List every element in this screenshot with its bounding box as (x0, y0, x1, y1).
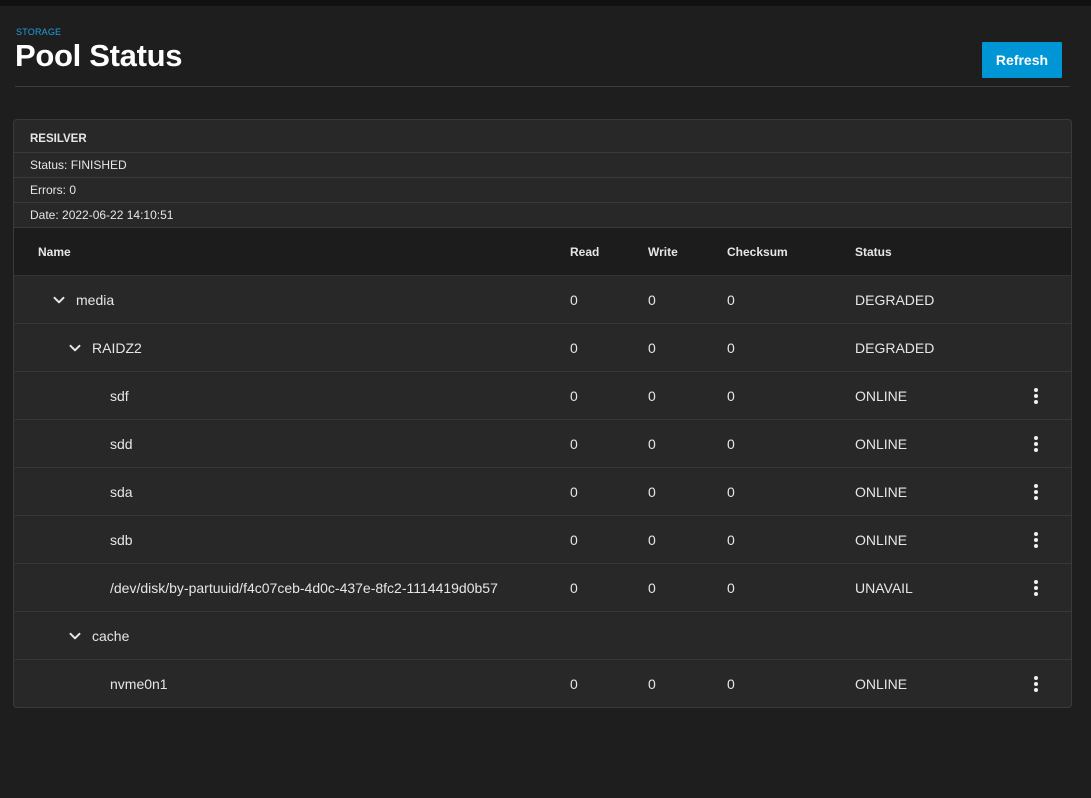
resilver-title: RESILVER (14, 120, 1071, 153)
status-value: ONLINE (855, 387, 908, 404)
checksum-count: 0 (727, 531, 735, 548)
read-count: 0 (570, 291, 578, 308)
table-body: media 0 0 0 DEGRADED RAIDZ2 0 0 0 DEGRADED sdf 0 0 0 O… (14, 276, 1071, 707)
write-count: 0 (648, 387, 656, 404)
more-vertical-icon[interactable] (1026, 482, 1046, 502)
read-count: 0 (570, 435, 578, 452)
status-value: ONLINE (855, 531, 908, 548)
checksum-count: 0 (727, 435, 735, 452)
column-header-status[interactable]: Status (855, 228, 892, 275)
refresh-button[interactable]: Refresh (982, 42, 1062, 78)
table-row[interactable]: media 0 0 0 DEGRADED (14, 276, 1071, 324)
name-cell: nvme0n1 (110, 660, 168, 707)
table-row[interactable]: RAIDZ2 0 0 0 DEGRADED (14, 324, 1071, 372)
resilver-errors: Errors: 0 (14, 178, 1071, 203)
read-count: 0 (570, 483, 578, 500)
status-value: DEGRADED (855, 339, 935, 356)
resilver-status: Status: FINISHED (14, 153, 1071, 178)
column-header-checksum[interactable]: Checksum (727, 228, 788, 275)
more-vertical-icon[interactable] (1026, 578, 1046, 598)
table-row[interactable]: sdf 0 0 0 ONLINE (14, 372, 1071, 420)
name-cell: sdf (110, 372, 129, 419)
table-header: Name Read Write Checksum Status (14, 228, 1071, 276)
read-count: 0 (570, 387, 578, 404)
name-cell: cache (66, 612, 129, 659)
checksum-count: 0 (727, 676, 735, 692)
checksum-count: 0 (727, 483, 735, 500)
pool-status-card: RESILVER Status: FINISHED Errors: 0 Date… (13, 119, 1072, 708)
status-value: ONLINE (855, 676, 908, 692)
write-count: 0 (648, 435, 656, 452)
name-cell: sdb (110, 516, 133, 563)
device-name: RAIDZ2 (92, 339, 142, 356)
status-value: ONLINE (855, 483, 908, 500)
chevron-down-icon[interactable] (66, 339, 84, 357)
table-row[interactable]: cache (14, 612, 1071, 660)
checksum-count: 0 (727, 291, 735, 308)
row-menu-cell (1026, 660, 1046, 707)
read-count: 0 (570, 531, 578, 548)
status-value: DEGRADED (855, 291, 935, 308)
more-vertical-icon[interactable] (1026, 434, 1046, 454)
checksum-count: 0 (727, 579, 735, 596)
device-name: cache (92, 627, 130, 644)
device-name: sdb (110, 531, 133, 548)
device-name: media (76, 291, 115, 308)
write-count: 0 (648, 531, 656, 548)
row-menu-cell (1026, 372, 1046, 419)
checksum-count: 0 (727, 387, 735, 404)
table-row[interactable]: nvme0n1 0 0 0 ONLINE (14, 660, 1071, 707)
table-row[interactable]: /dev/disk/by-partuuid/f4c07ceb-4d0c-437e… (14, 564, 1071, 612)
device-name: nvme0n1 (110, 676, 168, 692)
resilver-date: Date: 2022-06-22 14:10:51 (14, 203, 1071, 228)
read-count: 0 (570, 676, 578, 692)
breadcrumb: STORAGE (16, 27, 62, 37)
device-name: sdd (110, 435, 133, 452)
column-header-write[interactable]: Write (648, 228, 678, 275)
more-vertical-icon[interactable] (1026, 674, 1046, 694)
write-count: 0 (648, 579, 656, 596)
name-cell: /dev/disk/by-partuuid/f4c07ceb-4d0c-437e… (110, 564, 498, 611)
chevron-down-icon[interactable] (50, 291, 68, 309)
name-cell: sda (110, 468, 133, 515)
row-menu-cell (1026, 420, 1046, 467)
table-row[interactable]: sdd 0 0 0 ONLINE (14, 420, 1071, 468)
table-row[interactable]: sda 0 0 0 ONLINE (14, 468, 1071, 516)
write-count: 0 (648, 291, 656, 308)
column-header-read[interactable]: Read (570, 228, 599, 275)
page-title: Pool Status (15, 38, 183, 73)
device-name: sda (110, 483, 133, 500)
row-menu-cell (1026, 468, 1046, 515)
checksum-count: 0 (727, 339, 735, 356)
more-vertical-icon[interactable] (1026, 386, 1046, 406)
top-bar (0, 0, 1091, 6)
name-cell: media (50, 276, 114, 323)
column-header-name[interactable]: Name (38, 228, 71, 275)
status-value: UNAVAIL (855, 579, 913, 596)
status-value: ONLINE (855, 435, 908, 452)
chevron-down-icon[interactable] (66, 627, 84, 645)
row-menu-cell (1026, 516, 1046, 563)
header-divider (15, 86, 1070, 87)
table-row[interactable]: sdb 0 0 0 ONLINE (14, 516, 1071, 564)
write-count: 0 (648, 339, 656, 356)
more-vertical-icon[interactable] (1026, 530, 1046, 550)
device-name: /dev/disk/by-partuuid/f4c07ceb-4d0c-437e… (110, 579, 498, 596)
read-count: 0 (570, 579, 578, 596)
name-cell: sdd (110, 420, 133, 467)
name-cell: RAIDZ2 (66, 324, 142, 371)
row-menu-cell (1026, 564, 1046, 611)
write-count: 0 (648, 483, 656, 500)
read-count: 0 (570, 339, 578, 356)
device-name: sdf (110, 387, 129, 404)
write-count: 0 (648, 676, 656, 692)
